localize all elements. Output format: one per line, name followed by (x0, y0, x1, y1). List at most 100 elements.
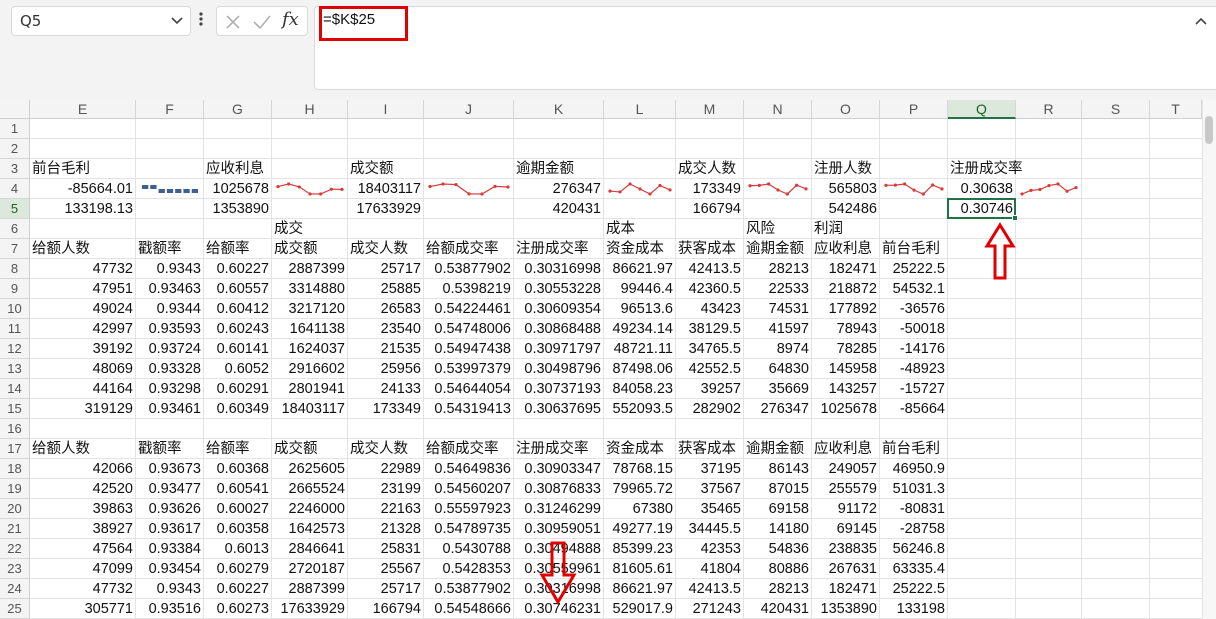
table-cell: 0.54548666 (434, 601, 511, 617)
cancel-icon[interactable] (224, 13, 242, 31)
column-header-P[interactable]: P (880, 100, 948, 119)
row-header-6[interactable]: 6 (0, 219, 30, 239)
column-header-S[interactable]: S (1082, 100, 1150, 119)
summary-value-I5: 17633929 (356, 201, 421, 217)
annotation-up-arrow-icon (984, 222, 1016, 280)
row-header-14[interactable]: 14 (0, 379, 30, 399)
table-cell: 143257 (828, 381, 877, 397)
column-header-K[interactable]: K (514, 100, 604, 119)
row-header-7[interactable]: 7 (0, 239, 30, 259)
row-header-18[interactable]: 18 (0, 459, 30, 479)
sparkline-conversion-point (1020, 192, 1024, 196)
table-cell: 22989 (380, 461, 421, 477)
column-header-L[interactable]: L (604, 100, 676, 119)
summary-value-G5: 1353890 (212, 201, 269, 217)
row-header-11[interactable]: 11 (0, 319, 30, 339)
summary-value-O5: 542486 (828, 201, 877, 217)
sparkline-interest-receivable-point (329, 187, 333, 191)
table-cell: 78285 (836, 341, 877, 357)
table-header: 获客成本 (678, 441, 736, 457)
column-header-T[interactable]: T (1150, 100, 1202, 119)
row-header-24[interactable]: 24 (0, 579, 30, 599)
sparkline-turnover (428, 182, 510, 196)
table-cell: 166794 (372, 601, 421, 617)
row-header-25[interactable]: 25 (0, 599, 30, 619)
column-header-H[interactable]: H (272, 100, 348, 119)
table-cell: 0.60243 (216, 321, 269, 337)
table-cell: 238835 (828, 541, 877, 557)
more-options-icon[interactable] (198, 10, 204, 33)
table-cell: 182471 (828, 581, 877, 597)
sparkline-registrations-point (903, 182, 907, 186)
table-cell: 0.5430788 (442, 541, 511, 557)
column-header-R[interactable]: R (1016, 100, 1082, 119)
name-box[interactable]: Q5 (11, 6, 191, 36)
sparkline-deal-count-point (767, 182, 771, 186)
column-header-E[interactable]: E (30, 100, 136, 119)
row-header-15[interactable]: 15 (0, 399, 30, 419)
column-header-N[interactable]: N (744, 100, 812, 119)
row-header-22[interactable]: 22 (0, 539, 30, 559)
table-cell: 0.60273 (216, 601, 269, 617)
row-header-4[interactable]: 4 (0, 179, 30, 199)
grid-vline (1081, 119, 1082, 619)
row-header-8[interactable]: 8 (0, 259, 30, 279)
row-header-2[interactable]: 2 (0, 139, 30, 159)
worksheet-grid[interactable]: EFGHIJKLMNOPQRST 1 2 3 4 5 6 7 8 9 10 11 12 13 14 15 16… (0, 100, 1216, 619)
table-header: 应收利息 (814, 441, 872, 457)
table-cell: 271243 (692, 601, 741, 617)
sparkline-deal-count-point (804, 187, 808, 191)
table-header: 给额成交率 (426, 441, 499, 457)
formula-input[interactable]: =$K$25 (314, 6, 1216, 90)
fill-handle[interactable] (1012, 215, 1018, 221)
summary-label-K: 逾期金额 (516, 161, 574, 177)
column-header-I[interactable]: I (348, 100, 424, 119)
sparkline-deal-count-point (795, 183, 799, 187)
insert-function-icon[interactable]: fx (282, 9, 299, 30)
table-header: 给额成交率 (426, 241, 499, 257)
table-cell: 2625605 (288, 461, 345, 477)
row-header-12[interactable]: 12 (0, 339, 30, 359)
row-header-21[interactable]: 21 (0, 519, 30, 539)
column-header-O[interactable]: O (812, 100, 880, 119)
row-header-5[interactable]: 5 (0, 199, 30, 219)
column-header-F[interactable]: F (136, 100, 204, 119)
table-cell: 42413.5 (688, 581, 741, 597)
sparkline-deal-count-point (748, 184, 752, 188)
row-header-1[interactable]: 1 (0, 119, 30, 139)
column-header-M[interactable]: M (676, 100, 744, 119)
table-header: 前台毛利 (882, 241, 940, 257)
spreadsheet-app: Q5 fx =$K$25 EFGHIJKLMNOPQRST 1234567891… (0, 0, 1216, 619)
summary-label-M: 成交人数 (678, 161, 736, 177)
row-header-10[interactable]: 10 (0, 299, 30, 319)
table-cell: 21328 (380, 521, 421, 537)
table-cell: 54532.1 (892, 281, 945, 297)
table-cell: 17633929 (280, 601, 345, 617)
table-cell: 0.60349 (216, 401, 269, 417)
row-header-19[interactable]: 19 (0, 479, 30, 499)
row-header-3[interactable]: 3 (0, 159, 30, 179)
table-cell: 34445.5 (688, 521, 741, 537)
scrollbar-thumb[interactable] (1205, 116, 1213, 144)
column-header-G[interactable]: G (204, 100, 272, 119)
chevron-down-icon[interactable] (170, 9, 184, 43)
sparkline-conversion-point (1065, 189, 1069, 193)
table-cell: 42413.5 (688, 261, 741, 277)
row-header-16[interactable]: 16 (0, 419, 30, 439)
row-header-13[interactable]: 13 (0, 359, 30, 379)
column-header-Q[interactable]: Q (948, 100, 1016, 119)
sparkline-turnover-point (467, 192, 471, 196)
row-header-20[interactable]: 20 (0, 499, 30, 519)
row-header-9[interactable]: 9 (0, 279, 30, 299)
vertical-scrollbar[interactable] (1202, 100, 1216, 619)
select-all-corner[interactable] (0, 100, 30, 119)
selected-cell[interactable] (947, 198, 1016, 219)
sparkline-registrations-point (884, 183, 888, 187)
column-header-J[interactable]: J (424, 100, 514, 119)
row-header-17[interactable]: 17 (0, 439, 30, 459)
chevron-up-icon[interactable] (1194, 15, 1208, 31)
row-header-23[interactable]: 23 (0, 559, 30, 579)
confirm-check-icon[interactable] (252, 13, 272, 31)
table-cell: 0.54319413 (434, 401, 511, 417)
table-cell: 133198 (896, 601, 945, 617)
